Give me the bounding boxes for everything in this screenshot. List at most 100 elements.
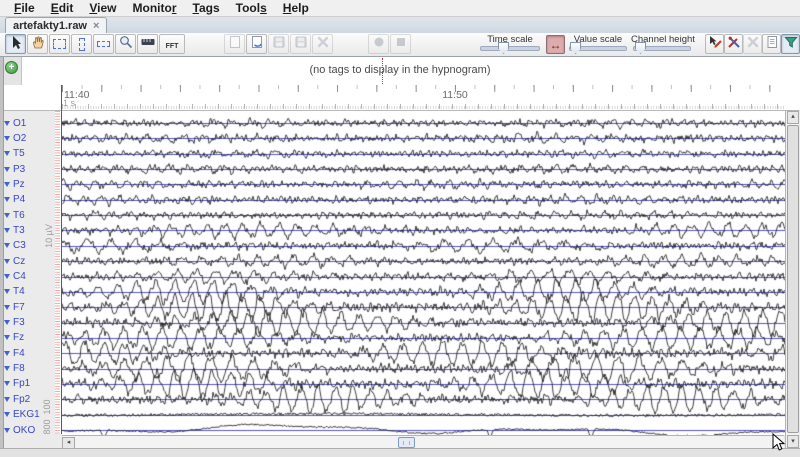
value-scale-thumb[interactable] — [570, 42, 581, 54]
channel-label-Fp2[interactable]: Fp2 — [4, 393, 30, 405]
channel-dropdown-icon[interactable] — [4, 121, 10, 126]
save-tag-as-button — [290, 34, 311, 54]
channel-label-P4[interactable]: P4 — [4, 194, 25, 206]
channel-label-T5[interactable]: T5 — [4, 148, 25, 160]
tab-close-icon[interactable]: × — [93, 21, 99, 31]
tag-style-button[interactable] — [705, 34, 724, 54]
channel-dropdown-icon[interactable] — [4, 167, 10, 172]
channel-dropdown-icon[interactable] — [4, 289, 10, 294]
rect-dashed-icon — [53, 39, 66, 49]
channel-label-O1[interactable]: O1 — [4, 117, 26, 129]
channel-dropdown-icon[interactable] — [4, 197, 10, 202]
channel-name: F7 — [13, 302, 25, 313]
channel-dropdown-icon[interactable] — [4, 320, 10, 325]
channel-label-T3[interactable]: T3 — [4, 224, 25, 236]
channel-name: Cz — [13, 256, 25, 267]
channel-dropdown-icon[interactable] — [4, 305, 10, 310]
time-axis[interactable]: 11:40 11:50 1 s — [0, 85, 800, 110]
channel-dropdown-icon[interactable] — [4, 428, 10, 433]
channel-dropdown-icon[interactable] — [4, 182, 10, 187]
channel-dropdown-icon[interactable] — [4, 136, 10, 141]
value-ruler — [55, 111, 60, 435]
row-dashed-icon — [97, 41, 110, 47]
channel-height-thumb[interactable] — [635, 42, 646, 54]
channel-height-slider[interactable]: Channel height — [631, 33, 693, 56]
channel-dropdown-icon[interactable] — [4, 243, 10, 248]
menu-item-tags[interactable]: Tags — [185, 1, 228, 15]
menu-bar: FileEditViewMonitorTagsToolsHelp — [0, 0, 800, 17]
channel-name: F8 — [13, 363, 25, 374]
channel-dropdown-icon[interactable] — [4, 213, 10, 218]
menu-item-view[interactable]: View — [81, 1, 124, 15]
channel-label-O2[interactable]: O2 — [4, 132, 26, 144]
time-scale-slider[interactable]: Time scale — [478, 33, 542, 56]
signal-view-canvas[interactable] — [62, 111, 785, 435]
cursor-icon — [8, 34, 24, 55]
save-tag-button — [268, 34, 289, 54]
channel-label-F7[interactable]: F7 — [4, 301, 25, 313]
menu-item-help[interactable]: Help — [275, 1, 317, 15]
channel-dropdown-icon[interactable] — [4, 381, 10, 386]
measure-tool[interactable] — [137, 34, 158, 54]
filter-button[interactable] — [781, 34, 800, 54]
hand-drag-tool[interactable] — [27, 34, 48, 54]
channel-dropdown-icon[interactable] — [4, 228, 10, 233]
channel-label-EKG1[interactable]: EKG1 — [4, 409, 40, 421]
channel-dropdown-icon[interactable] — [4, 274, 10, 279]
fft-tool[interactable]: FFT — [159, 34, 185, 54]
channel-dropdown-icon[interactable] — [4, 335, 10, 340]
document-info-button[interactable] — [762, 34, 781, 54]
channel-name: O2 — [13, 133, 26, 144]
channel-label-Pz[interactable]: Pz — [4, 178, 25, 190]
select-column-tool[interactable] — [71, 34, 92, 54]
channel-label-T4[interactable]: T4 — [4, 286, 25, 298]
menu-item-tools[interactable]: Tools — [228, 1, 275, 15]
channel-dropdown-icon[interactable] — [4, 397, 10, 402]
channel-label-F4[interactable]: F4 — [4, 347, 25, 359]
vertical-scrollbar-thumb[interactable] — [787, 125, 799, 433]
menu-item-file[interactable]: File — [6, 1, 43, 15]
ruler-icon — [140, 34, 156, 55]
channel-dropdown-icon[interactable] — [4, 351, 10, 356]
channel-label-F3[interactable]: F3 — [4, 317, 25, 329]
menu-item-edit[interactable]: Edit — [43, 1, 82, 15]
channel-dropdown-icon[interactable] — [4, 412, 10, 417]
channel-label-T6[interactable]: T6 — [4, 209, 25, 221]
select-block-tool[interactable] — [49, 34, 70, 54]
channel-label-Fz[interactable]: Fz — [4, 332, 24, 344]
channel-name: EKG1 — [13, 409, 40, 420]
channel-name: T3 — [13, 225, 25, 236]
tab-bar: artefakty1.raw × — [0, 17, 800, 34]
select-row-tool[interactable] — [93, 34, 114, 54]
channel-name: T4 — [13, 286, 25, 297]
channel-dropdown-icon[interactable] — [4, 259, 10, 264]
channel-label-C3[interactable]: C3 — [4, 240, 26, 252]
value-scale-slider[interactable]: Value scale — [567, 33, 629, 56]
arrow-select-tool[interactable] — [5, 34, 26, 54]
menu-item-monitor[interactable]: Monitor — [125, 1, 185, 15]
horizontal-scrollbar[interactable]: ◂ — [62, 435, 784, 448]
horizontal-scrollbar-thumb[interactable] — [398, 437, 415, 448]
zoom-tool[interactable] — [115, 34, 136, 54]
floppy-icon — [293, 34, 309, 55]
fit-time-scale-button[interactable]: ↔ — [546, 35, 565, 54]
document-tab[interactable]: artefakty1.raw × — [5, 17, 107, 33]
scroll-up-arrow-icon[interactable]: ▴ — [787, 111, 799, 124]
scroll-down-arrow-icon[interactable]: ▾ — [787, 435, 799, 448]
open-tag-button[interactable] — [246, 34, 267, 54]
channel-label-Fp1[interactable]: Fp1 — [4, 378, 30, 390]
channel-label-F8[interactable]: F8 — [4, 363, 25, 375]
channel-label-P3[interactable]: P3 — [4, 163, 25, 175]
channel-dropdown-icon[interactable] — [4, 366, 10, 371]
channel-dropdown-icon[interactable] — [4, 151, 10, 156]
edit-montage-button[interactable] — [724, 34, 743, 54]
channel-label-C4[interactable]: C4 — [4, 271, 26, 283]
time-scale-thumb[interactable] — [498, 42, 509, 54]
channel-label-Cz[interactable]: Cz — [4, 255, 25, 267]
close-tag-button — [312, 34, 333, 54]
hypnogram-strip[interactable]: + (no tags to display in the hypnogram) — [0, 57, 800, 86]
second-ticks — [62, 104, 785, 109]
channel-label-OKO[interactable]: OKO — [4, 424, 35, 436]
vertical-scrollbar[interactable]: ▴ ▾ — [785, 110, 799, 448]
time-scale-track[interactable] — [480, 46, 540, 51]
